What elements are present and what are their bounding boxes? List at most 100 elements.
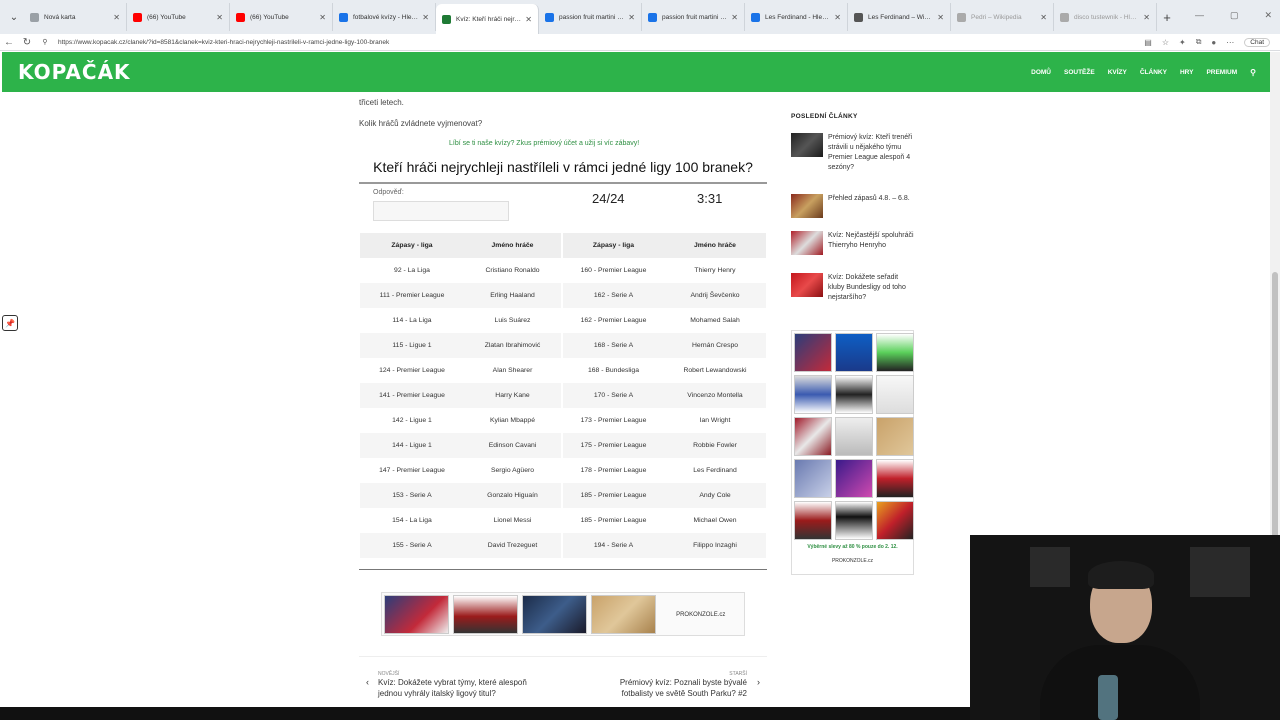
close-icon[interactable]: ✕ bbox=[216, 13, 223, 22]
close-icon[interactable]: ✕ bbox=[937, 13, 944, 22]
sidebar-article[interactable]: Přehled zápasů 4.8. – 6.8. bbox=[791, 194, 916, 218]
close-icon[interactable]: ✕ bbox=[1040, 13, 1047, 22]
reload-icon[interactable]: ↻ bbox=[18, 37, 36, 48]
ad-product-image[interactable] bbox=[835, 375, 873, 414]
ad-brand-logo[interactable]: PROKONZOLE.cz bbox=[794, 558, 911, 564]
nav-item-kvizy[interactable]: KVÍZY bbox=[1108, 69, 1127, 76]
site-logo[interactable]: KOPAČÁK bbox=[18, 60, 131, 84]
article-title[interactable]: Kvíz: Nejčastější spoluhráči Thierryho H… bbox=[828, 231, 916, 255]
matches-league-cell: 92 - La Liga bbox=[394, 267, 430, 274]
article-thumbnail[interactable] bbox=[791, 133, 823, 157]
player-name-cell: Lionel Messi bbox=[493, 517, 532, 524]
article-thumbnail[interactable] bbox=[791, 273, 823, 297]
ad-product-image[interactable] bbox=[835, 501, 873, 540]
close-icon[interactable]: ✕ bbox=[731, 13, 738, 22]
ad-product-image[interactable] bbox=[794, 375, 832, 414]
star-icon[interactable]: ☆ bbox=[1162, 38, 1169, 47]
ad-product-image[interactable] bbox=[876, 417, 914, 456]
ad-product-image[interactable] bbox=[835, 333, 873, 372]
sidebar-article[interactable]: Prémiový kvíz: Kteří trenéři strávili u … bbox=[791, 133, 916, 173]
sidebar-article[interactable]: Kvíz: Dokážete seřadit kluby Bundesligy … bbox=[791, 273, 916, 303]
browser-tab[interactable]: disco tustewnik - Hledat ✕ bbox=[1054, 3, 1157, 31]
ad-product-image[interactable] bbox=[835, 459, 873, 498]
browser-tab[interactable]: Nová karta ✕ bbox=[24, 3, 127, 31]
reader-icon[interactable]: ▤ bbox=[1144, 38, 1152, 47]
close-icon[interactable]: ✕ bbox=[1143, 13, 1150, 22]
browser-tab[interactable]: passion fruit martini - Hledat ✕ bbox=[539, 3, 642, 31]
minimize-icon[interactable]: — bbox=[1195, 10, 1204, 21]
background-shelf bbox=[1190, 547, 1250, 597]
ad-product-image[interactable] bbox=[876, 501, 914, 540]
close-icon[interactable]: ✕ bbox=[525, 15, 532, 24]
chevron-right-icon[interactable]: › bbox=[757, 677, 760, 687]
ad-product-image[interactable] bbox=[794, 501, 832, 540]
profile-icon[interactable]: ● bbox=[1211, 38, 1216, 47]
browser-tab[interactable]: (66) YouTube ✕ bbox=[230, 3, 333, 31]
browser-tab[interactable]: Les Ferdinand – Wikipedie ✕ bbox=[848, 3, 951, 31]
article-title[interactable]: Kvíz: Dokážete seřadit kluby Bundesligy … bbox=[828, 273, 916, 303]
chat-button[interactable]: Chat bbox=[1244, 37, 1270, 47]
article-thumbnail[interactable] bbox=[791, 231, 823, 255]
extensions-icon[interactable]: ✦ bbox=[1179, 38, 1186, 47]
site-info-icon[interactable]: ⚲ bbox=[36, 38, 54, 46]
ad-product-image[interactable] bbox=[835, 417, 873, 456]
close-icon[interactable]: ✕ bbox=[422, 13, 429, 22]
sidebar-ad[interactable]: Výběrné slevy až 80 % pouze do 2. 12. PR… bbox=[791, 330, 914, 575]
maximize-icon[interactable]: ▢ bbox=[1230, 10, 1239, 21]
ad-product-image[interactable] bbox=[384, 595, 449, 634]
ad-product-image[interactable] bbox=[794, 333, 832, 372]
menu-icon[interactable]: ⋯ bbox=[1226, 38, 1234, 47]
ad-banner[interactable]: PROKONZOLE.cz bbox=[381, 592, 745, 636]
matches-league-cell: 142 - Ligue 1 bbox=[392, 417, 432, 424]
table-row: 155 - Serie A David Trezeguet 194 - Serie … bbox=[360, 533, 766, 558]
matches-league-cell: 114 - La Liga bbox=[392, 317, 432, 324]
search-icon[interactable]: ⚲ bbox=[1250, 68, 1256, 77]
close-icon[interactable]: ✕ bbox=[628, 13, 635, 22]
answer-input[interactable] bbox=[373, 201, 509, 221]
new-tab-icon[interactable]: + bbox=[1157, 10, 1177, 25]
browser-tab[interactable]: (66) YouTube ✕ bbox=[127, 3, 230, 31]
sidebar-article[interactable]: Kvíz: Nejčastější spoluhráči Thierryho H… bbox=[791, 231, 916, 255]
premium-promo-link[interactable]: Líbí se ti naše kvízy? Zkus prémiový úče… bbox=[449, 140, 639, 147]
ad-product-image[interactable] bbox=[876, 375, 914, 414]
ad-brand-logo[interactable]: PROKONZOLE.cz bbox=[660, 595, 743, 634]
browser-tab[interactable]: Pedri – Wikipedia ✕ bbox=[951, 3, 1054, 31]
browser-tab[interactable]: passion fruit martini - Hledat ✕ bbox=[642, 3, 745, 31]
nav-item-souteze[interactable]: SOUTĚŽE bbox=[1064, 69, 1095, 76]
window-controls: — ▢ ✕ bbox=[1195, 10, 1272, 21]
ad-product-image[interactable] bbox=[876, 459, 914, 498]
column-header: Zápasy - liga bbox=[360, 233, 464, 258]
close-icon[interactable]: ✕ bbox=[113, 13, 120, 22]
next-post-link[interactable]: STARŠÍ Prémiový kvíz: Poznali byste býva… bbox=[587, 671, 747, 699]
browser-tab[interactable]: fotbalové kvízy - Hledat ✕ bbox=[333, 3, 436, 31]
prev-post-link[interactable]: NOVĚJŠÍ Kvíz: Dokážete vybrat týmy, kter… bbox=[378, 671, 528, 699]
tab-search-icon[interactable]: ⌄ bbox=[4, 7, 24, 27]
url-field[interactable]: https://www.kopacak.cz/clanek/?id=8581&c… bbox=[54, 39, 1144, 46]
ad-product-image[interactable] bbox=[452, 595, 518, 634]
nav-item-hry[interactable]: HRY bbox=[1180, 69, 1193, 76]
prev-post-title[interactable]: Kvíz: Dokážete vybrat týmy, které alespo… bbox=[378, 677, 528, 699]
close-icon[interactable]: ✕ bbox=[834, 13, 841, 22]
article-title[interactable]: Prémiový kvíz: Kteří trenéři strávili u … bbox=[828, 133, 916, 173]
browser-tab[interactable]: Les Ferdinand - Hledat ✕ bbox=[745, 3, 848, 31]
ad-product-image[interactable] bbox=[794, 459, 832, 498]
ad-product-image[interactable] bbox=[590, 595, 656, 634]
nav-item-clanky[interactable]: ČLÁNKY bbox=[1140, 69, 1167, 76]
nav-item-domu[interactable]: DOMŮ bbox=[1031, 69, 1051, 76]
ad-product-image[interactable] bbox=[876, 333, 914, 372]
collections-icon[interactable]: ⧉ bbox=[1196, 37, 1202, 47]
next-post-title[interactable]: Prémiový kvíz: Poznali byste bývalé fotb… bbox=[587, 677, 747, 699]
ad-product-image[interactable] bbox=[521, 595, 587, 634]
pin-icon[interactable]: 📌 bbox=[2, 315, 18, 331]
window-close-icon[interactable]: ✕ bbox=[1264, 10, 1272, 21]
article-title[interactable]: Přehled zápasů 4.8. – 6.8. bbox=[828, 194, 910, 218]
back-icon[interactable]: ← bbox=[0, 37, 18, 48]
article-thumbnail[interactable] bbox=[791, 194, 823, 218]
ad-caption[interactable]: Výběrné slevy až 80 % pouze do 2. 12. bbox=[794, 544, 911, 550]
player-name-cell: Filippo Inzaghi bbox=[664, 533, 766, 558]
close-icon[interactable]: ✕ bbox=[319, 13, 326, 22]
ad-product-image[interactable] bbox=[794, 417, 832, 456]
nav-item-premium[interactable]: PREMIUM bbox=[1206, 69, 1237, 76]
chevron-left-icon[interactable]: ‹ bbox=[366, 677, 369, 687]
browser-tab-active[interactable]: Kvíz: Kteří hráči nejrychleji na...✕ bbox=[436, 4, 539, 34]
